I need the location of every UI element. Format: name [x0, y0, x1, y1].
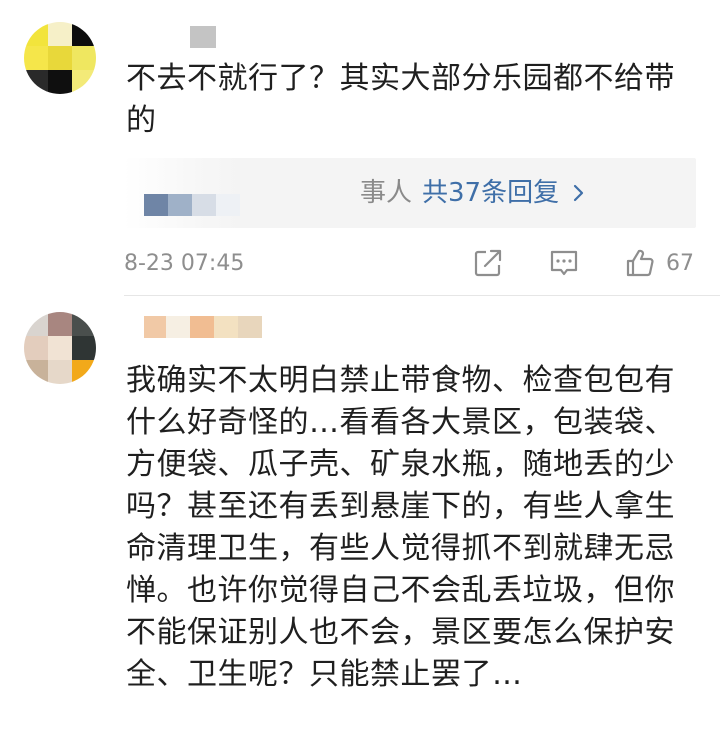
like-icon — [626, 249, 654, 277]
replies-count-label: 共37条回复 — [422, 178, 560, 208]
replies-box[interactable]: 事人 共37条回复 — [124, 158, 696, 228]
reply-avatars-blur — [124, 158, 244, 228]
timestamp: 8-23 07:45 — [124, 251, 245, 276]
comment-text: 我确实不太明白禁止带食物、检查包包有什么好奇怪的…看看各大景区，包装袋、方便袋、… — [126, 363, 675, 692]
share-button[interactable] — [472, 244, 504, 282]
like-count: 67 — [666, 250, 694, 276]
chevron-right-icon — [573, 184, 584, 202]
comment-button[interactable] — [548, 244, 580, 282]
reply-participants: 事人 — [360, 178, 413, 208]
username[interactable] — [144, 316, 262, 338]
like-button[interactable]: 67 — [624, 244, 694, 282]
view-replies-link[interactable]: 共37条回复 — [422, 176, 589, 210]
comment-icon — [550, 250, 578, 276]
username[interactable] — [190, 26, 216, 48]
avatar[interactable] — [24, 312, 96, 384]
reply-avatars — [144, 194, 240, 216]
avatar[interactable] — [24, 22, 96, 94]
comment-2: 我确实不太明白禁止带食物、检查包包有什么好奇怪的…看看各大景区，包装袋、方便袋、… — [0, 296, 720, 746]
share-icon — [474, 249, 502, 277]
comment-text: 不去不就行了？其实大部分乐园都不给带的 — [126, 61, 675, 138]
comment-1: 不去不就行了？其实大部分乐园都不给带的 事人 共37条回复 8-23 07:45 — [0, 0, 720, 296]
